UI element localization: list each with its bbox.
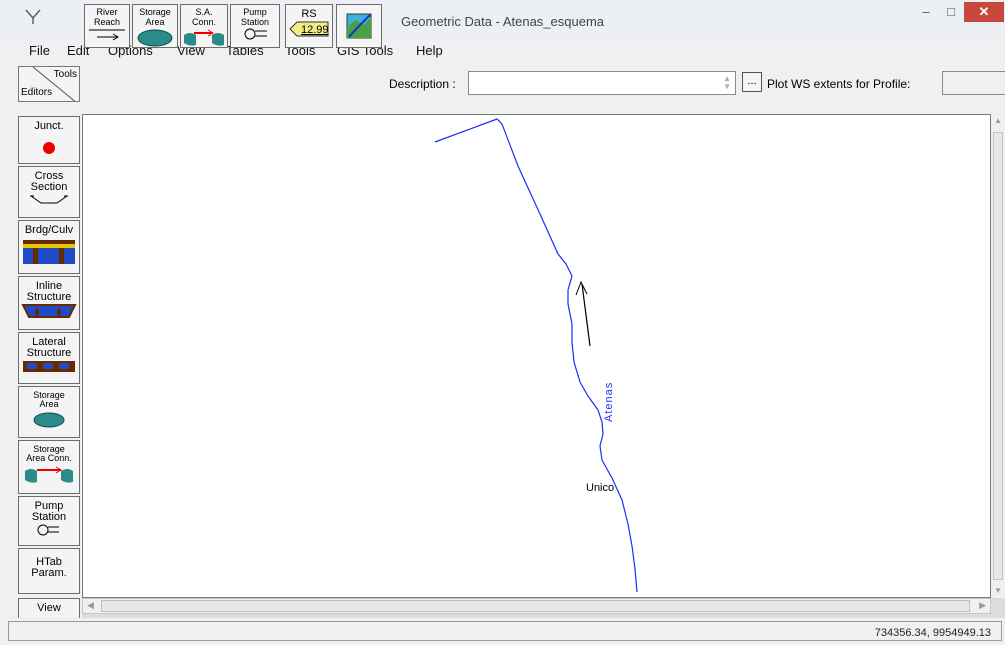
river-schematic bbox=[434, 118, 638, 593]
bridge-culvert-button[interactable]: Brdg/Culv bbox=[18, 220, 80, 274]
cross-section-button[interactable]: Cross Section bbox=[18, 166, 80, 218]
spinner-icon[interactable]: ▲ ▼ bbox=[723, 75, 731, 91]
view-button[interactable]: View bbox=[18, 598, 80, 618]
scroll-left-icon[interactable]: ◀ bbox=[87, 600, 94, 611]
maximize-icon[interactable]: □ bbox=[940, 2, 962, 22]
rs-tag-icon: 12.99 bbox=[289, 21, 329, 37]
lateral-structure-icon bbox=[23, 361, 75, 372]
status-field: 734356.34, 9954949.13 bbox=[8, 621, 1002, 641]
storage-area-tool-label: Storage Area bbox=[139, 7, 171, 27]
junction-button[interactable]: Junct. bbox=[18, 116, 80, 164]
river-reach-icon bbox=[89, 29, 125, 41]
river-name-label: Atenas bbox=[603, 381, 615, 422]
plot-ws-label: Plot WS extents for Profile: bbox=[767, 77, 911, 91]
vertical-scrollbar[interactable]: ▲ ▼ bbox=[991, 114, 1005, 598]
view-label: View bbox=[37, 602, 61, 614]
menu-file[interactable]: File bbox=[29, 43, 50, 58]
status-bar: 734356.34, 9954949.13 bbox=[0, 618, 1005, 645]
scroll-right-icon[interactable]: ▶ bbox=[979, 600, 986, 611]
reach-name-label: Unico bbox=[586, 482, 615, 494]
vertical-scroll-thumb[interactable] bbox=[993, 132, 1003, 580]
schematic-canvas[interactable]: Atenas bbox=[82, 114, 991, 598]
lateral-structure-button[interactable]: Lateral Structure bbox=[18, 332, 80, 384]
gis-map-icon bbox=[346, 13, 372, 39]
description-browse-button[interactable]: ... bbox=[742, 72, 762, 92]
storage-area-conn-label: Storage Area Conn. bbox=[26, 444, 72, 463]
river-reach-label: River Reach bbox=[93, 7, 120, 27]
horizontal-scroll-thumb[interactable] bbox=[101, 600, 970, 612]
storage-area-side-button[interactable]: Storage Area bbox=[18, 386, 80, 438]
cross-section-icon bbox=[30, 195, 68, 204]
cursor-coordinates: 734356.34, 9954949.13 bbox=[874, 627, 991, 639]
pump-station-side-label: Pump Station bbox=[31, 500, 67, 523]
storage-area-icon bbox=[137, 29, 173, 47]
pump-side-icon bbox=[37, 524, 59, 536]
scroll-up-icon[interactable]: ▲ bbox=[994, 116, 1002, 125]
sa-conn-button[interactable]: S.A. Conn. bbox=[180, 4, 228, 48]
pump-icon bbox=[244, 28, 267, 40]
minimize-icon[interactable]: – bbox=[916, 2, 936, 22]
tools-editors-toggle[interactable]: Tools Editors bbox=[18, 66, 80, 102]
tools-label: Tools bbox=[53, 69, 77, 80]
plot-ws-profile-select[interactable] bbox=[942, 71, 1005, 95]
htab-param-label: HTab Param. bbox=[31, 556, 67, 579]
storage-area-button[interactable]: Storage Area bbox=[132, 4, 178, 48]
pump-station-tool-label: Pump Station bbox=[240, 7, 270, 27]
junction-label: Junct. bbox=[34, 120, 64, 132]
editors-sidebar: Junct. Cross Section Brdg/Culv Inline St… bbox=[0, 114, 82, 618]
horizontal-scrollbar[interactable]: ◀ ▶ bbox=[82, 598, 991, 614]
flow-arrow-icon bbox=[575, 280, 591, 347]
htab-param-button[interactable]: HTab Param. bbox=[18, 548, 80, 594]
bridge-culvert-label: Brdg/Culv bbox=[24, 224, 74, 236]
pump-station-side-button[interactable]: Pump Station bbox=[18, 496, 80, 546]
storage-area-side-label: Storage Area bbox=[33, 390, 65, 409]
close-icon[interactable]: ✕ bbox=[964, 2, 1004, 22]
lateral-structure-label: Lateral Structure bbox=[26, 336, 72, 359]
sa-conn-label: S.A. Conn. bbox=[191, 7, 217, 27]
inline-structure-label: Inline Structure bbox=[26, 280, 72, 303]
river-reach-button[interactable]: River Reach bbox=[84, 4, 130, 48]
editors-label: Editors bbox=[21, 87, 53, 98]
scroll-down-icon[interactable]: ▼ bbox=[994, 586, 1002, 595]
gis-map-button[interactable] bbox=[336, 4, 382, 48]
inline-structure-button[interactable]: Inline Structure bbox=[18, 276, 80, 330]
description-label: Description : bbox=[389, 77, 456, 91]
bridge-icon bbox=[23, 240, 75, 264]
pump-station-tool-button[interactable]: Pump Station bbox=[230, 4, 280, 48]
rs-label: RS bbox=[301, 8, 317, 20]
junction-icon bbox=[43, 142, 55, 154]
storage-area-conn-icon bbox=[25, 466, 73, 483]
rs-value: 12.99 bbox=[301, 24, 329, 36]
description-input[interactable]: ▲ ▼ bbox=[468, 71, 736, 95]
storage-area-side-icon bbox=[33, 412, 65, 428]
rs-button[interactable]: RS 12.99 bbox=[285, 4, 333, 48]
sa-conn-icon bbox=[184, 29, 224, 46]
inline-structure-icon bbox=[21, 304, 77, 318]
menu-help[interactable]: Help bbox=[416, 43, 443, 58]
cross-section-label: Cross Section bbox=[30, 170, 68, 193]
storage-area-conn-button[interactable]: Storage Area Conn. bbox=[18, 440, 80, 494]
river-centerline[interactable] bbox=[434, 118, 638, 593]
